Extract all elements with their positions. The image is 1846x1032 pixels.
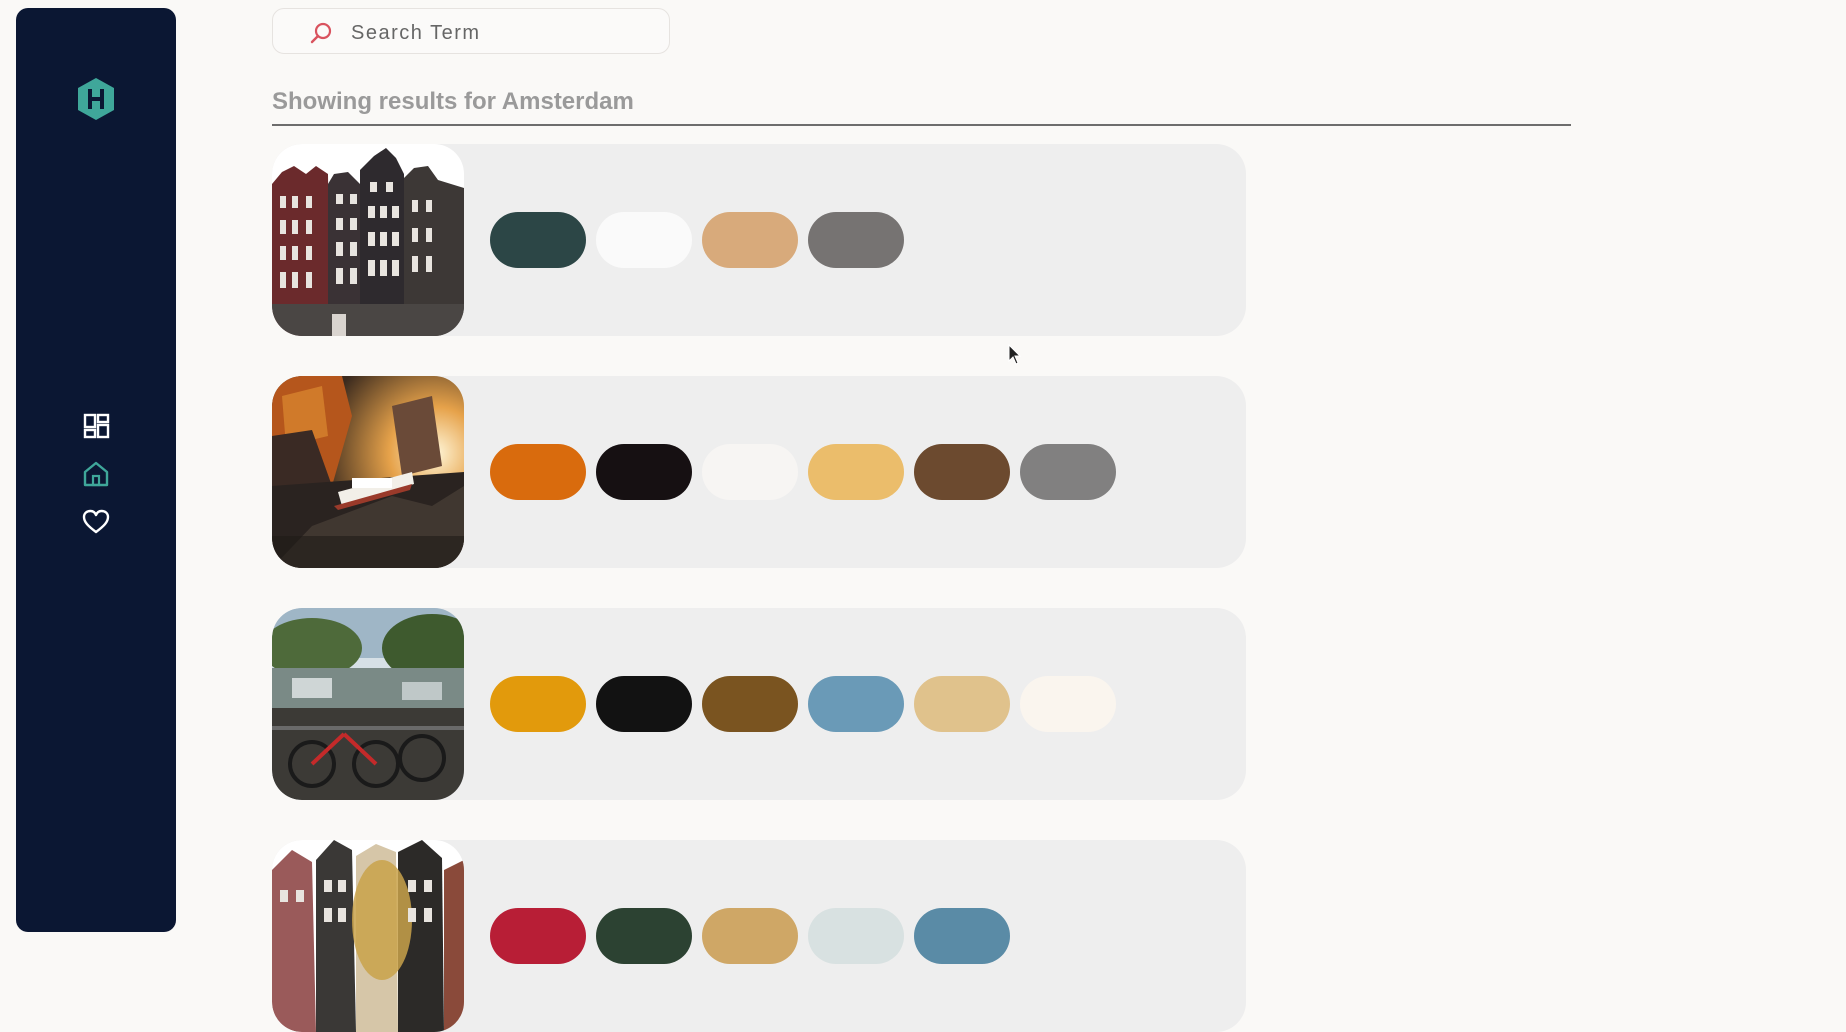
- color-swatch[interactable]: [490, 444, 586, 500]
- color-swatch[interactable]: [702, 908, 798, 964]
- color-swatch[interactable]: [490, 908, 586, 964]
- result-photo-canal-boat[interactable]: [272, 376, 464, 568]
- color-swatch[interactable]: [808, 212, 904, 268]
- color-swatch[interactable]: [596, 444, 692, 500]
- result-photo-canal-houses[interactable]: [272, 144, 464, 336]
- color-swatch[interactable]: [702, 212, 798, 268]
- color-swatch[interactable]: [808, 676, 904, 732]
- sidebar: [16, 8, 176, 932]
- search-icon[interactable]: [309, 21, 333, 45]
- search-input[interactable]: [349, 17, 653, 49]
- result-card[interactable]: [272, 840, 1246, 1032]
- color-swatch[interactable]: [490, 212, 586, 268]
- color-swatch[interactable]: [914, 676, 1010, 732]
- color-swatch[interactable]: [596, 676, 692, 732]
- color-swatch[interactable]: [702, 444, 798, 500]
- color-swatch[interactable]: [1020, 676, 1116, 732]
- color-swatch[interactable]: [1020, 444, 1116, 500]
- home-icon[interactable]: [82, 460, 110, 488]
- color-swatch[interactable]: [808, 908, 904, 964]
- results-heading: Showing results for Amsterdam: [272, 88, 1571, 126]
- result-card[interactable]: [272, 608, 1246, 800]
- result-card[interactable]: [272, 376, 1246, 568]
- color-swatch[interactable]: [808, 444, 904, 500]
- logo-icon[interactable]: [75, 76, 117, 122]
- result-card[interactable]: [272, 144, 1246, 336]
- color-swatch[interactable]: [596, 212, 692, 268]
- mouse-cursor-icon: [1008, 344, 1022, 365]
- result-photo-canal-bicycles[interactable]: [272, 608, 464, 800]
- color-swatch[interactable]: [914, 444, 1010, 500]
- color-swatch[interactable]: [702, 676, 798, 732]
- heart-icon[interactable]: [82, 508, 110, 536]
- color-swatch[interactable]: [596, 908, 692, 964]
- dashboard-icon[interactable]: [82, 412, 110, 440]
- color-swatch[interactable]: [490, 676, 586, 732]
- color-swatch[interactable]: [914, 908, 1010, 964]
- result-photo-houses-tree[interactable]: [272, 840, 464, 1032]
- search-bar: [272, 8, 670, 54]
